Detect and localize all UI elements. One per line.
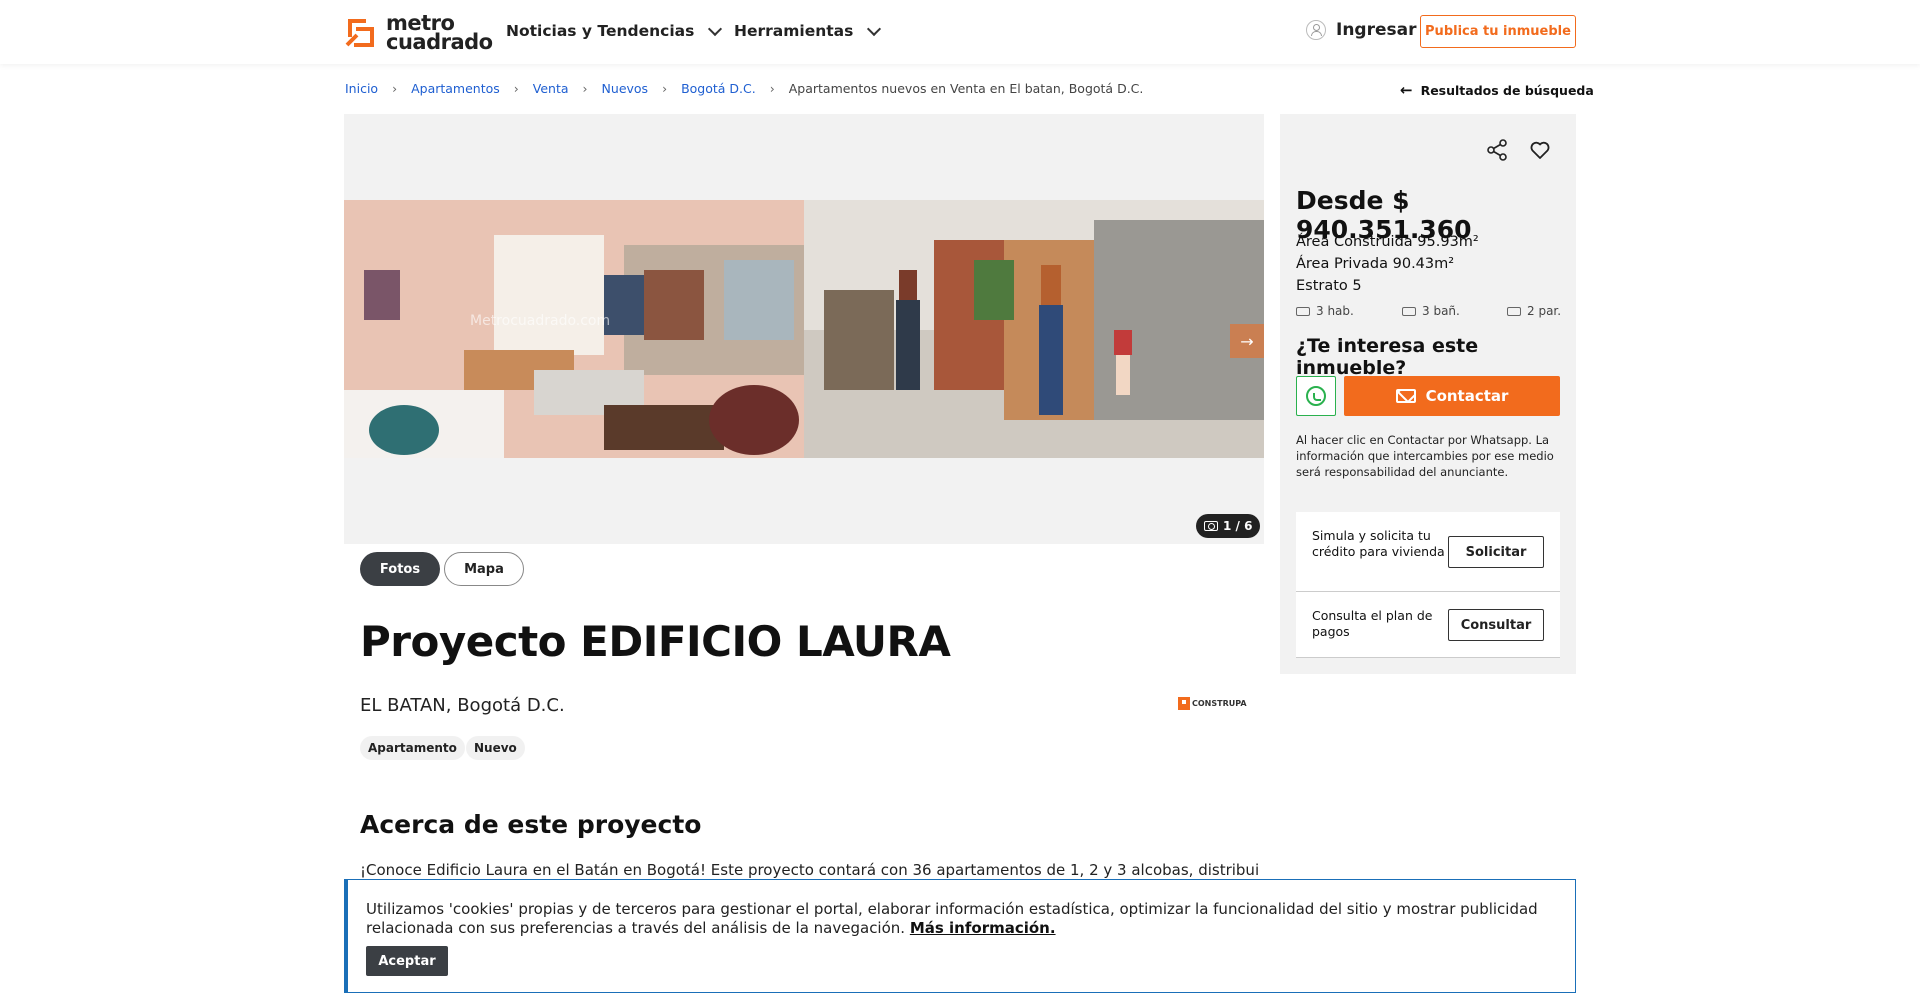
contact-panel: Desde $ 940.351.360 Área Construida 95.9… (1280, 114, 1576, 674)
interior-scene-icon (344, 200, 804, 458)
contact-button[interactable]: Contactar (1344, 376, 1560, 416)
back-to-results-link[interactable]: ← Resultados de búsqueda (1400, 81, 1594, 99)
feature-rooms: 3 hab. (1296, 304, 1354, 318)
chevron-down-icon (708, 21, 723, 36)
photo-counter: 1 / 6 (1196, 514, 1261, 538)
area-private: Área Privada 90.43m² (1296, 256, 1455, 272)
solicitar-button[interactable]: Solicitar (1448, 536, 1544, 568)
gallery-photo-lobby[interactable] (804, 200, 1264, 458)
chip-apartamento: Apartamento (360, 736, 465, 760)
feature-parking-label: 2 par. (1527, 304, 1562, 318)
accept-cookies-button[interactable]: Aceptar (366, 946, 448, 976)
nav-noticias[interactable]: Noticias y Tendencias (506, 21, 723, 40)
chip-nuevo: Nuevo (466, 736, 525, 760)
chevron-down-icon (867, 21, 882, 36)
back-to-results-label: Resultados de búsqueda (1420, 82, 1594, 98)
breadcrumb-bogota[interactable]: Bogotá D.C. (681, 81, 756, 96)
breadcrumb-separator: › (582, 81, 588, 96)
bath-icon (1402, 306, 1416, 316)
feature-baths: 3 bañ. (1402, 304, 1460, 318)
car-icon (1507, 306, 1521, 316)
consultar-button[interactable]: Consultar (1448, 609, 1544, 641)
tab-mapa[interactable]: Mapa (444, 552, 524, 586)
payment-plan-text: Consulta el plan de pagos (1312, 608, 1433, 639)
next-photo-button[interactable]: → (1230, 324, 1264, 358)
cookie-banner: Utilizamos 'cookies' propias y de tercer… (344, 879, 1576, 993)
area-built: Área Construida 95.93m² (1296, 234, 1479, 250)
feature-rooms-label: 3 hab. (1316, 304, 1354, 318)
login-label: Ingresar (1336, 20, 1417, 40)
whatsapp-notice: Al hacer clic en Contactar por Whatsapp.… (1296, 433, 1554, 479)
breadcrumb-apartamentos[interactable]: Apartamentos (411, 81, 500, 96)
breadcrumb-separator: › (662, 81, 668, 96)
mail-icon (1395, 389, 1416, 403)
logo-line2: cuadrado (386, 30, 493, 54)
builder-logo[interactable]: CONSTRUPA (1178, 697, 1247, 710)
whatsapp-icon (1306, 386, 1326, 406)
cookie-more-info-link[interactable]: Más información. (910, 919, 1056, 937)
share-icon[interactable] (1485, 138, 1509, 162)
nav-herramientas-label: Herramientas (734, 22, 854, 40)
breadcrumb-inicio[interactable]: Inicio (345, 81, 378, 96)
credit-box: Simula y solicita tu crédito para vivien… (1296, 512, 1560, 658)
builder-logo-text: CONSTRUPA (1192, 698, 1247, 708)
camera-icon (1204, 521, 1218, 531)
tab-fotos[interactable]: Fotos (360, 552, 440, 586)
breadcrumb: Inicio › Apartamentos › Venta › Nuevos ›… (345, 81, 1143, 96)
project-location: EL BATAN, Bogotá D.C. (360, 695, 565, 716)
nav-herramientas[interactable]: Herramientas (734, 21, 882, 40)
builder-logo-mark-icon (1178, 697, 1190, 710)
breadcrumb-current: Apartamentos nuevos en Venta en El batan… (788, 81, 1144, 96)
logo-mark-icon (345, 19, 374, 47)
breadcrumb-separator: › (392, 81, 398, 96)
interest-heading: ¿Te interesa este inmueble? (1296, 335, 1479, 379)
credit-row: Simula y solicita tu crédito para vivien… (1296, 512, 1560, 592)
about-text: ¡Conoce Edificio Laura en el Batán en Bo… (360, 861, 1260, 879)
contact-button-label: Contactar (1425, 387, 1509, 405)
about-heading: Acerca de este proyecto (360, 810, 702, 839)
metrocuadrado-logo[interactable]: metro cuadrado (344, 13, 493, 54)
publish-button[interactable]: Publica tu inmueble (1420, 15, 1576, 48)
lobby-scene-icon (804, 200, 1264, 458)
user-icon (1306, 20, 1326, 40)
breadcrumb-venta[interactable]: Venta (533, 81, 569, 96)
whatsapp-button[interactable] (1296, 376, 1336, 416)
arrow-left-icon: ← (1400, 81, 1413, 99)
gallery-watermark: Metrocuadrado.com (470, 313, 611, 329)
photo-gallery: Metrocuadrado.com → 1 / 6 (344, 114, 1264, 544)
payment-plan-row: Consulta el plan de pagos Consultar (1296, 592, 1560, 658)
breadcrumb-nuevos[interactable]: Nuevos (602, 81, 649, 96)
nav-noticias-label: Noticias y Tendencias (506, 22, 695, 40)
bed-icon (1296, 306, 1310, 316)
project-title: Proyecto EDIFICIO LAURA (360, 617, 951, 666)
site-header: metro cuadrado Noticias y Tendencias Her… (0, 0, 1920, 64)
login-link[interactable]: Ingresar (1306, 20, 1416, 40)
arrow-right-icon: → (1240, 331, 1254, 351)
feature-baths-label: 3 bañ. (1422, 304, 1460, 318)
photo-counter-text: 1 / 6 (1223, 519, 1253, 533)
heart-icon[interactable] (1528, 138, 1552, 162)
breadcrumb-separator: › (513, 81, 519, 96)
feature-parking: 2 par. (1507, 304, 1561, 318)
estrato: Estrato 5 (1296, 278, 1362, 294)
gallery-photo-interior[interactable]: Metrocuadrado.com (344, 200, 804, 458)
credit-text: Simula y solicita tu crédito para vivien… (1312, 528, 1445, 559)
breadcrumb-separator: › (769, 81, 775, 96)
